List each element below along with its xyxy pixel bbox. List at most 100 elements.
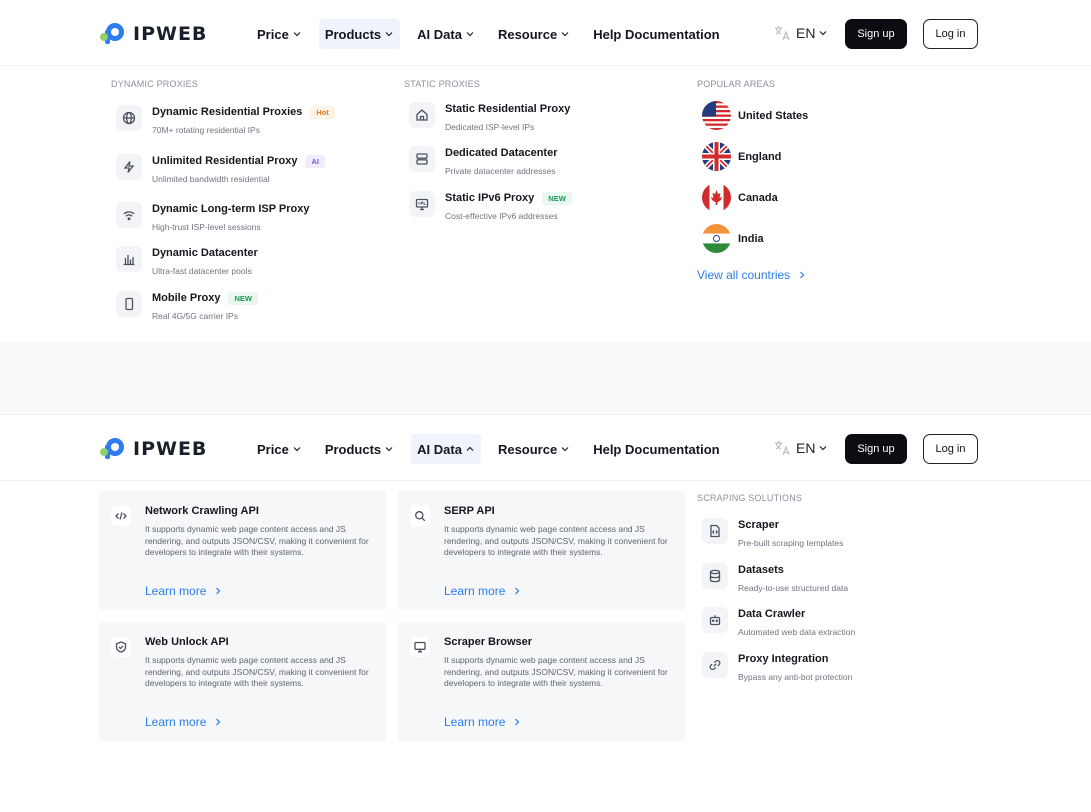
new-badge: NEW: [228, 291, 258, 305]
canada-flag-icon: [702, 183, 731, 212]
nav-resource[interactable]: Resource: [492, 19, 576, 49]
chevron-down-icon: [820, 31, 827, 36]
menu-item-dynamic-isp[interactable]: Dynamic Long-term ISP Proxy High-trust IS…: [116, 202, 310, 232]
menu-item-static-residential[interactable]: Static Residential Proxy Dedicated ISP-le…: [409, 102, 570, 132]
nav-help-label: Help Documentation: [593, 26, 720, 42]
nav-products-label: Products: [324, 26, 382, 42]
country-united-states[interactable]: United States: [702, 101, 808, 130]
menu-item-mobile-proxy[interactable]: Mobile Proxy NEW Real 4G/5G carrier IPs: [116, 291, 258, 321]
item-description: Automated web data extraction: [738, 627, 856, 637]
nav-products-label: Products: [324, 441, 382, 457]
item-title: Dynamic Datacenter: [152, 247, 258, 259]
top-navbar: IPWEB Price Products AI Data Resource He…: [0, 0, 1091, 66]
logo[interactable]: IPWEB: [99, 435, 207, 463]
chevron-right-icon: [216, 718, 221, 726]
nav-price[interactable]: Price: [251, 19, 308, 49]
menu-item-dynamic-datacenter[interactable]: Dynamic Datacenter Ultra-fast datacenter …: [116, 246, 258, 276]
login-button[interactable]: Log in: [923, 19, 978, 49]
learn-more-link[interactable]: Learn more: [444, 584, 523, 598]
country-england[interactable]: England: [702, 142, 781, 171]
link-icon: [702, 652, 728, 678]
chevron-down-icon: [293, 32, 301, 37]
country-canada[interactable]: Canada: [702, 183, 778, 212]
learn-more-link[interactable]: Learn more: [145, 584, 224, 598]
logo-icon: [100, 23, 124, 44]
item-description: Pre-built scraping templates: [738, 538, 844, 548]
item-title: Dynamic Residential Proxies: [152, 106, 303, 118]
chevron-down-icon: [466, 32, 474, 37]
language-selector[interactable]: EN: [773, 439, 828, 457]
nav-help-documentation[interactable]: Help Documentation: [587, 19, 725, 49]
card-description: It supports dynamic web page content acc…: [145, 655, 369, 688]
signup-button[interactable]: Sign up: [845, 434, 907, 464]
country-name: United States: [738, 109, 809, 122]
menu-item-dedicated-datacenter[interactable]: Dedicated Datacenter Private datacenter a…: [409, 146, 558, 176]
nav-resource-label: Resource: [497, 441, 558, 457]
item-description: Unlimited bandwidth residential: [152, 174, 270, 184]
item-description: Dedicated ISP-level IPs: [445, 122, 535, 132]
item-title: Scraper: [738, 519, 779, 531]
logo-text: IPWEB: [133, 23, 208, 45]
ai-badge: AI: [305, 154, 325, 168]
view-all-label: View all countries: [697, 268, 791, 282]
card-web-unlock-api[interactable]: Web Unlock API It supports dynamic web p…: [99, 622, 386, 741]
nav-products[interactable]: Products: [319, 434, 400, 464]
login-button[interactable]: Log in: [923, 434, 978, 464]
item-description: 70M+ rotating residential IPs: [152, 125, 260, 135]
nav-ai-data[interactable]: AI Data: [411, 434, 481, 464]
file-code-icon: [702, 518, 728, 544]
learn-more-label: Learn more: [444, 584, 506, 598]
item-title: Proxy Integration: [738, 653, 829, 665]
top-navbar: IPWEB Price Products AI Data Resource He…: [0, 415, 1091, 481]
bar-chart-icon: [116, 246, 142, 272]
chevron-down-icon: [820, 446, 827, 451]
chevron-down-icon: [561, 447, 569, 452]
learn-more-label: Learn more: [145, 584, 207, 598]
chevron-up-icon: [466, 446, 474, 451]
bottom-blank-area: [0, 752, 1091, 812]
translate-icon: [775, 26, 790, 41]
separator-area: [0, 342, 1091, 414]
chevron-right-icon: [800, 271, 805, 279]
static-proxies-heading: STATIC PROXIES: [404, 79, 480, 89]
server-icon: [409, 146, 435, 172]
menu-item-unlimited-residential[interactable]: Unlimited Residential Proxy AI Unlimited b…: [116, 154, 325, 184]
mobile-icon: [116, 291, 142, 317]
nav-resource-label: Resource: [497, 26, 558, 42]
item-title: Datasets: [738, 564, 784, 576]
country-name: England: [738, 150, 782, 163]
card-title: Web Unlock API: [145, 636, 229, 648]
view-all-countries-link[interactable]: View all countries: [697, 268, 808, 282]
nav-price[interactable]: Price: [251, 434, 308, 464]
nav-resource[interactable]: Resource: [492, 434, 576, 464]
card-scraper-browser[interactable]: Scraper Browser It supports dynamic web …: [398, 622, 685, 741]
solution-data-crawler[interactable]: Data Crawler Automated web data extractio…: [702, 607, 855, 637]
signup-button[interactable]: Sign up: [845, 19, 907, 49]
main-menu: Price Products AI Data Resource Help Doc…: [251, 434, 737, 464]
solution-proxy-integration[interactable]: Proxy Integration Bypass any anti-bot pro…: [702, 652, 852, 682]
home-icon: [409, 102, 435, 128]
item-description: Ready-to-use structured data: [738, 583, 849, 593]
solution-scraper[interactable]: Scraper Pre-built scraping templates: [702, 518, 843, 548]
menu-item-dynamic-residential[interactable]: Dynamic Residential Proxies Hot 70M+ rotat…: [116, 105, 335, 135]
learn-more-link[interactable]: Learn more: [145, 715, 224, 729]
country-name: Canada: [738, 191, 778, 204]
nav-ai-data[interactable]: AI Data: [411, 19, 481, 49]
country-india[interactable]: India: [702, 224, 764, 253]
language-label: EN: [796, 25, 816, 41]
card-serp-api[interactable]: SERP API It supports dynamic web page co…: [398, 491, 685, 610]
nav-ai-data-label: AI Data: [417, 26, 462, 42]
robot-icon: [702, 607, 728, 633]
learn-more-link[interactable]: Learn more: [444, 715, 523, 729]
logo[interactable]: IPWEB: [99, 20, 207, 48]
language-selector[interactable]: EN: [773, 24, 828, 42]
nav-products[interactable]: Products: [318, 19, 401, 49]
menu-item-static-ipv6[interactable]: Static IPv6 Proxy NEW Cost-effective IPv6 …: [409, 191, 572, 221]
scraping-solutions-heading: SCRAPING SOLUTIONS: [697, 493, 803, 503]
card-network-crawling-api[interactable]: Network Crawling API It supports dynamic…: [99, 491, 386, 610]
nav-help-documentation[interactable]: Help Documentation: [587, 434, 725, 464]
chevron-down-icon: [561, 32, 569, 37]
item-title: Dedicated Datacenter: [445, 147, 558, 159]
solution-datasets[interactable]: Datasets Ready-to-use structured data: [702, 563, 848, 593]
globe-icon: [116, 105, 142, 131]
